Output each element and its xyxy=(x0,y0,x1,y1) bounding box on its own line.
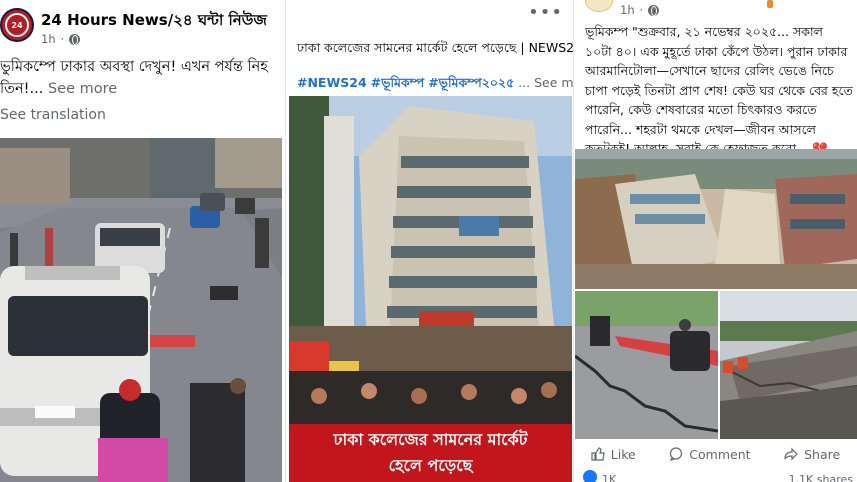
hashtag[interactable]: #NEWS24 xyxy=(297,75,367,90)
leaning-building-photo[interactable]: ঢাকা কলেজের সামনের মার্কেট হেলে পড়েছে xyxy=(289,96,572,482)
video-caption-banner: ঢাকা কলেজের সামনের মার্কেট হেলে পড়েছে xyxy=(289,424,572,482)
share-button[interactable]: Share xyxy=(784,447,840,462)
see-more-link[interactable]: See more xyxy=(48,81,117,97)
comment-icon xyxy=(670,447,683,461)
see-more-link[interactable]: ... See more xyxy=(518,75,573,90)
collapsed-road-photo[interactable] xyxy=(720,291,857,439)
page-name[interactable]: 24 Hours News/২৪ ঘন্টা নিউজ xyxy=(41,9,267,34)
like-reaction-icon[interactable] xyxy=(583,470,597,482)
comment-label: Comment xyxy=(689,446,751,462)
post-text-line-2: তিন!... xyxy=(0,81,44,97)
shares-count[interactable]: 1.1K shares xyxy=(789,473,853,482)
post-action-bar: Like Comment Share xyxy=(574,441,857,467)
post-body: ভূমিকম্প "শুক্রবার, ২১ নভেম্বর ২০২৫... স… xyxy=(585,24,853,156)
see-translation-link[interactable]: See translation xyxy=(0,107,106,123)
hashtag[interactable]: #ভূমিকম্প xyxy=(371,75,425,90)
post-text: ভূমিকম্প "শুক্রবার, ২১ নভেম্বর ২০২৫... স… xyxy=(585,22,853,159)
reaction-badge-icon xyxy=(767,0,773,8)
like-label: Like xyxy=(610,446,636,462)
comment-button[interactable]: Comment xyxy=(669,446,751,462)
page-avatar[interactable]: 24 xyxy=(0,8,34,42)
thumbs-up-icon xyxy=(591,447,605,461)
share-icon xyxy=(784,447,798,461)
hashtag-row: #NEWS24 #ভূমিকম্প #ভূমিকম্প২০২৫ ... See … xyxy=(297,75,573,95)
collapsed-buildings-photo[interactable] xyxy=(575,149,857,289)
cracked-road-photo[interactable] xyxy=(575,291,718,439)
post-text-line-1: ভুমিকম্পে ঢাকার অবস্থা দেখুন! এখন পর্যন্… xyxy=(0,59,268,75)
caption-line-2: হেলে পড়েছে xyxy=(388,456,473,475)
globe-icon xyxy=(648,4,660,16)
page-avatar[interactable] xyxy=(585,0,613,12)
street-earthquake-photo[interactable] xyxy=(0,138,282,482)
post-text: ভুমিকম্পে ঢাকার অবস্থা দেখুন! এখন পর্যন্… xyxy=(0,56,285,100)
more-options-icon[interactable]: ••• xyxy=(528,2,563,23)
post-panel-middle: ••• ঢাকা কলেজের সামনের মার্কেট হেলে পড়ে… xyxy=(286,0,573,482)
reaction-count[interactable]: 1K xyxy=(602,473,616,482)
post-meta: 1h · xyxy=(41,32,81,46)
post-meta: 1h · xyxy=(620,3,660,17)
post-headline: ঢাকা কলেজের সামনের মার্কেট হেলে পড়েছে |… xyxy=(297,40,573,55)
hashtag[interactable]: #ভূমিকম্প২০২৫ xyxy=(428,75,514,90)
share-label: Share xyxy=(804,446,841,462)
globe-icon xyxy=(69,33,81,45)
post-panel-left: 24 24 Hours News/২৪ ঘন্টা নিউজ 1h · ভুমি… xyxy=(0,0,285,482)
post-timestamp[interactable]: 1h xyxy=(620,3,635,17)
post-panel-right: 1h · ভূমিকম্প "শুক্রবার, ২১ নভেম্বর ২০২৫… xyxy=(574,0,857,482)
like-button[interactable]: Like xyxy=(591,447,636,462)
post-timestamp[interactable]: 1h xyxy=(41,32,56,46)
caption-line-1: ঢাকা কলেজের সামনের মার্কেট xyxy=(333,430,528,449)
